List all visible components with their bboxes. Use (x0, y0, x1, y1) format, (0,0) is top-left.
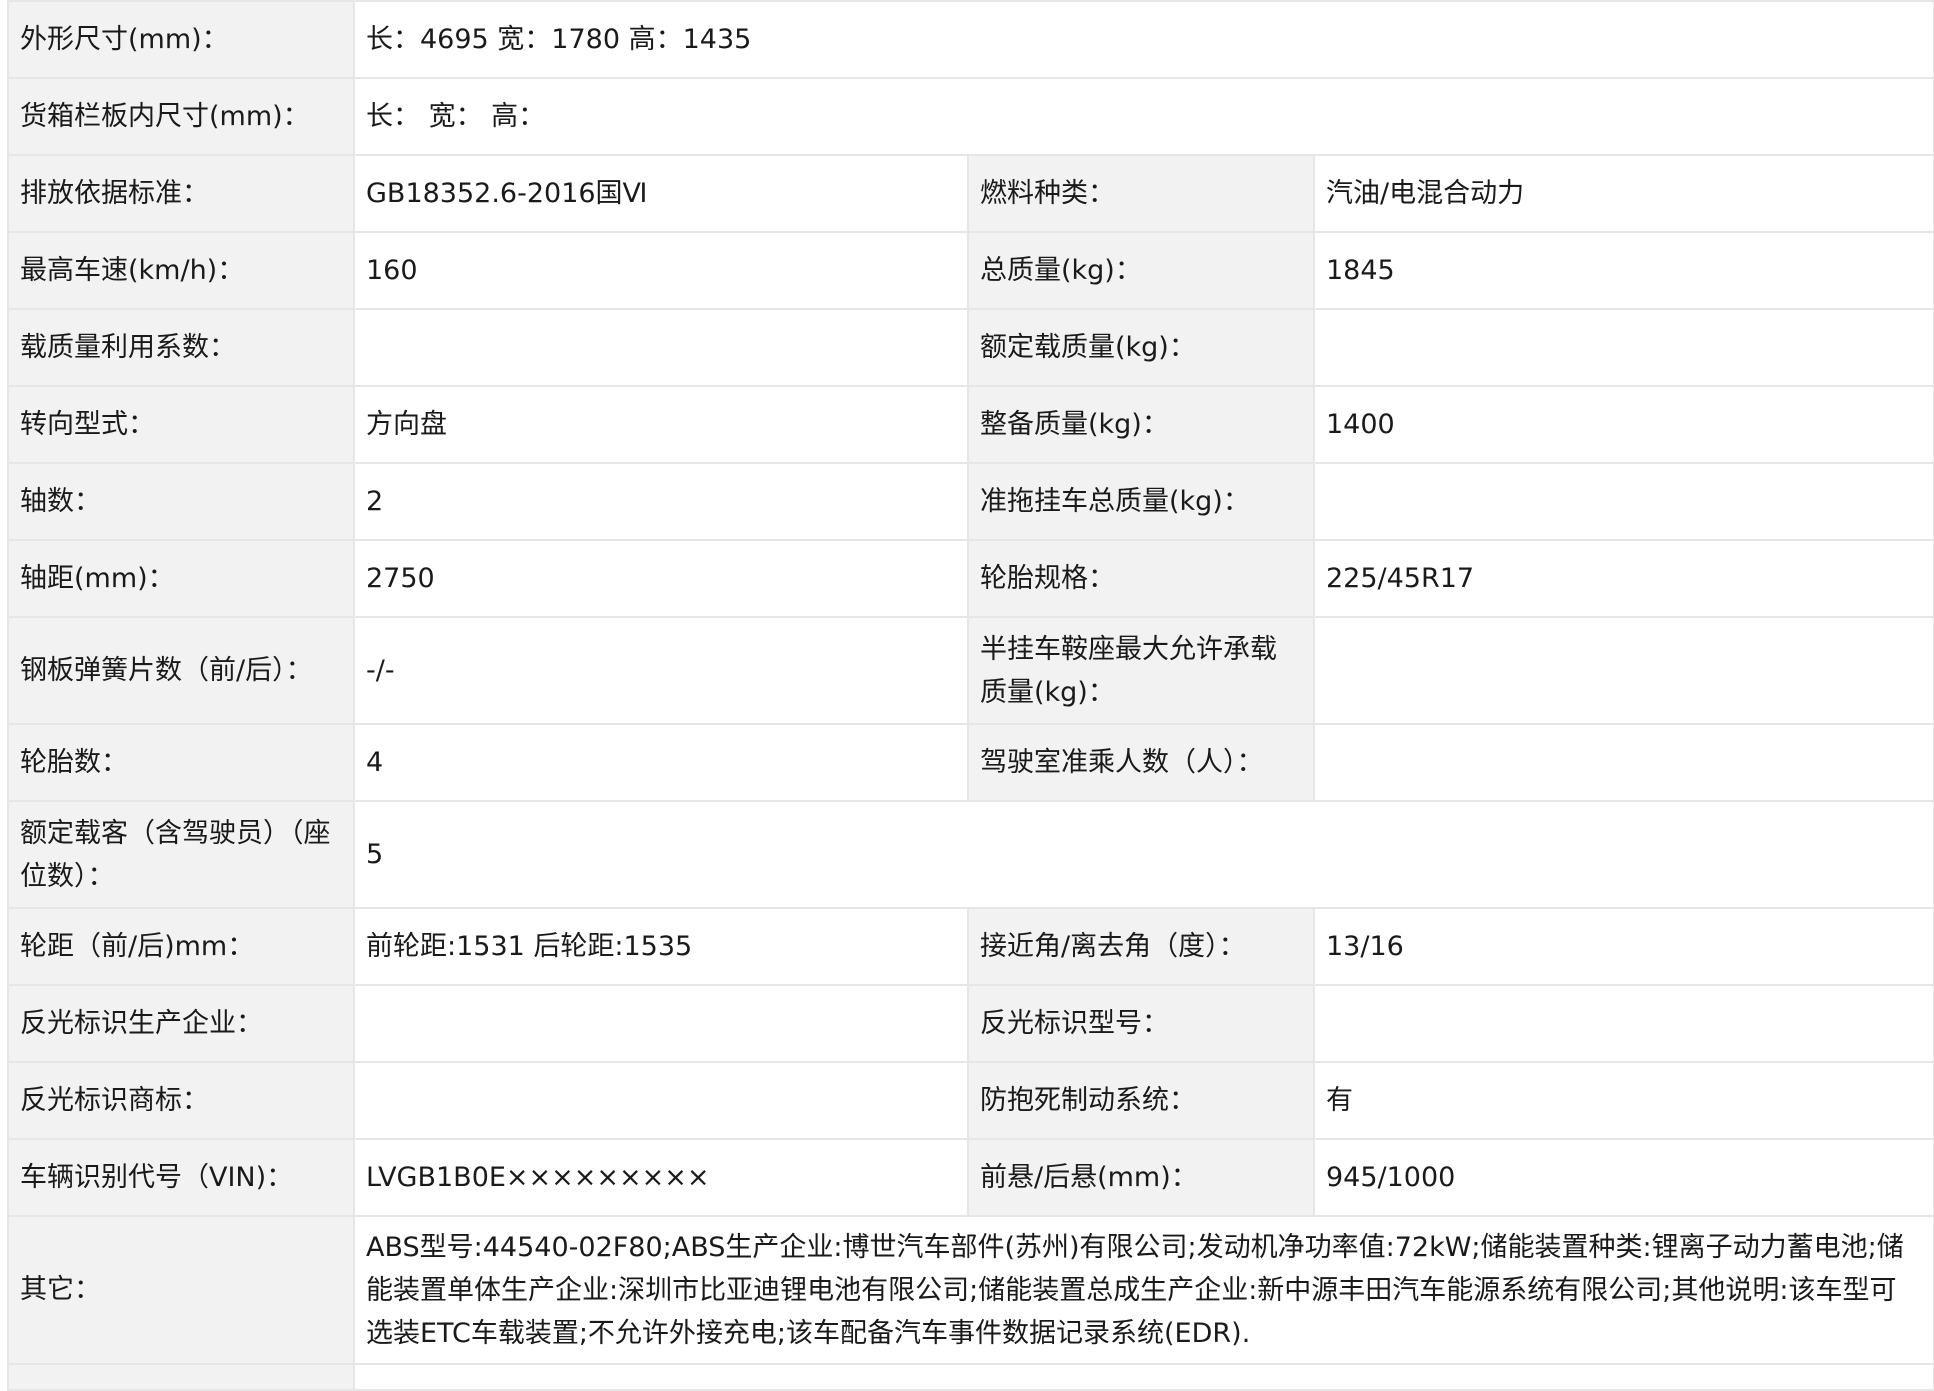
spec-value (353, 984, 969, 1063)
spec-label: 整备质量(kg)： (967, 385, 1315, 464)
spec-label: 货箱栏板内尺寸(mm)： (7, 77, 355, 156)
spec-label: 载质量利用系数： (7, 308, 355, 387)
vehicle-spec-table: 外形尺寸(mm)： 长：4695 宽：1780 高：1435 货箱栏板内尺寸(m… (7, 0, 1934, 1391)
spec-label: 转向型式： (7, 385, 355, 464)
spec-value: 2750 (353, 539, 969, 618)
spec-row-reflector-brand: 反光标识商标： 防抱死制动系统： 有 (7, 1061, 1934, 1140)
spec-label: 防抱死制动系统： (967, 1061, 1315, 1140)
spec-row-emission: 排放依据标准： GB18352.6-2016国Ⅵ 燃料种类： 汽油/电混合动力 (7, 154, 1934, 233)
spec-value (353, 1061, 969, 1140)
spec-value: 长：4695 宽：1780 高：1435 (353, 0, 1934, 79)
spec-label: 反光标识型号： (967, 984, 1315, 1063)
spec-row-reflector-maker: 反光标识生产企业： 反光标识型号： (7, 984, 1934, 1063)
spec-label: 轴数： (7, 462, 355, 541)
spec-label: 准拖挂车总质量(kg)： (967, 462, 1315, 541)
spec-row-load: 载质量利用系数： 额定载质量(kg)： (7, 308, 1934, 387)
spec-label: 其它： (7, 1215, 355, 1365)
spec-label: 车辆识别代号（VIN)： (7, 1138, 355, 1217)
spec-value: 方向盘 (353, 385, 969, 464)
spec-row-wheelbase: 轴距(mm)： 2750 轮胎规格： 225/45R17 (7, 539, 1934, 618)
spec-value (1313, 616, 1934, 725)
spec-label (7, 1363, 355, 1391)
spec-value: LVGB1B0E××××××××× (353, 1138, 969, 1217)
spec-value: 1845 (1313, 231, 1934, 310)
spec-label: 排放依据标准： (7, 154, 355, 233)
spec-value: 160 (353, 231, 969, 310)
spec-label: 额定载质量(kg)： (967, 308, 1315, 387)
spec-row-springs: 钢板弹簧片数（前/后）： -/- 半挂车鞍座最大允许承载质量(kg)： (7, 616, 1934, 725)
spec-value (1313, 462, 1934, 541)
spec-value: 长： 宽： 高： (353, 77, 1934, 156)
spec-label: 半挂车鞍座最大允许承载质量(kg)： (967, 616, 1315, 725)
spec-value (1313, 308, 1934, 387)
spec-value: 945/1000 (1313, 1138, 1934, 1217)
spec-label: 轴距(mm)： (7, 539, 355, 618)
spec-value: 5 (353, 800, 1934, 909)
spec-row-vin: 车辆识别代号（VIN)： LVGB1B0E××××××××× 前悬/后悬(mm)… (7, 1138, 1934, 1217)
spec-label: 总质量(kg)： (967, 231, 1315, 310)
spec-value: 2 (353, 462, 969, 541)
spec-value: 225/45R17 (1313, 539, 1934, 618)
spec-label: 燃料种类： (967, 154, 1315, 233)
spec-row-tires: 轮胎数： 4 驾驶室准乘人数（人）： (7, 723, 1934, 802)
spec-value (353, 308, 969, 387)
spec-value: -/- (353, 616, 969, 725)
spec-value: 13/16 (1313, 907, 1934, 986)
spec-row-cargo-box: 货箱栏板内尺寸(mm)： 长： 宽： 高： (7, 77, 1934, 156)
spec-value: 1400 (1313, 385, 1934, 464)
spec-value: ABS型号:44540-02F80;ABS生产企业:博世汽车部件(苏州)有限公司… (353, 1215, 1934, 1365)
spec-label: 最高车速(km/h)： (7, 231, 355, 310)
spec-label: 前悬/后悬(mm)： (967, 1138, 1315, 1217)
spec-row-axles: 轴数： 2 准拖挂车总质量(kg)： (7, 462, 1934, 541)
spec-label: 反光标识商标： (7, 1061, 355, 1140)
spec-value: GB18352.6-2016国Ⅵ (353, 154, 969, 233)
spec-value: 4 (353, 723, 969, 802)
spec-label: 外形尺寸(mm)： (7, 0, 355, 79)
spec-row-steering: 转向型式： 方向盘 整备质量(kg)： 1400 (7, 385, 1934, 464)
spec-label: 轮胎数： (7, 723, 355, 802)
spec-label: 额定载客（含驾驶员）（座位数）： (7, 800, 355, 909)
spec-label: 接近角/离去角（度）： (967, 907, 1315, 986)
spec-row-track: 轮距（前/后)mm： 前轮距:1531 后轮距:1535 接近角/离去角（度）：… (7, 907, 1934, 986)
spec-row-other: 其它： ABS型号:44540-02F80;ABS生产企业:博世汽车部件(苏州)… (7, 1215, 1934, 1365)
spec-row-seats: 额定载客（含驾驶员）（座位数）： 5 (7, 800, 1934, 909)
spec-value: 前轮距:1531 后轮距:1535 (353, 907, 969, 986)
spec-label: 轮胎规格： (967, 539, 1315, 618)
spec-value (1313, 984, 1934, 1063)
spec-label: 反光标识生产企业： (7, 984, 355, 1063)
spec-value: 汽油/电混合动力 (1313, 154, 1934, 233)
spec-value: 有 (1313, 1061, 1934, 1140)
spec-label: 钢板弹簧片数（前/后）： (7, 616, 355, 725)
spec-label: 驾驶室准乘人数（人）： (967, 723, 1315, 802)
spec-row-speed: 最高车速(km/h)： 160 总质量(kg)： 1845 (7, 231, 1934, 310)
spec-row-partial (7, 1363, 1934, 1391)
spec-row-dimensions: 外形尺寸(mm)： 长：4695 宽：1780 高：1435 (7, 0, 1934, 79)
spec-value (353, 1363, 1934, 1391)
spec-value (1313, 723, 1934, 802)
spec-label: 轮距（前/后)mm： (7, 907, 355, 986)
